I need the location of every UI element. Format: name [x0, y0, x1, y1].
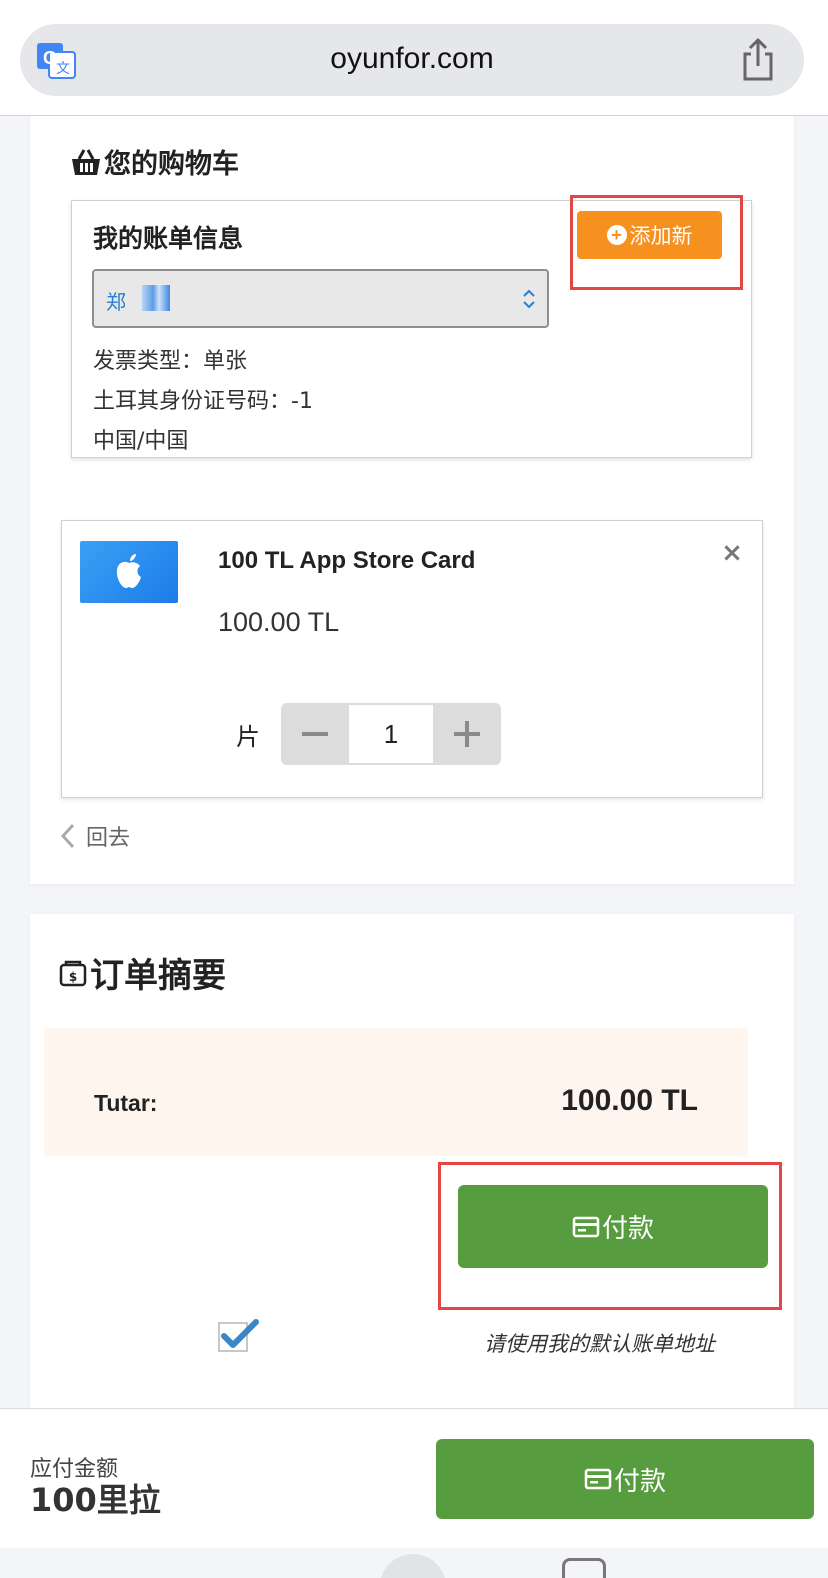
- plus-circle-icon: +: [606, 225, 627, 245]
- summary-heading: $ 订单摘要: [58, 948, 226, 997]
- remove-item-button[interactable]: ×: [720, 540, 744, 566]
- amount-due-value: 100里拉: [30, 1481, 161, 1519]
- bottom-pay-button[interactable]: 付款: [436, 1439, 814, 1519]
- quantity-label: 片: [236, 723, 260, 751]
- default-address-label[interactable]: 请使用我的默认账单地址: [484, 1328, 715, 1358]
- quantity-input[interactable]: 1: [349, 703, 433, 765]
- cart-item: 100 TL App Store Card 100.00 TL × 片 1: [61, 520, 763, 798]
- basket-icon: [72, 148, 100, 175]
- receipt-icon: $: [59, 960, 87, 986]
- total-row: Tutar: 100.00 TL: [44, 1028, 748, 1156]
- plus-icon: [454, 721, 480, 747]
- billing-select-value: 郑: [106, 290, 126, 314]
- pay-label: 付款: [601, 1213, 654, 1243]
- credit-card-icon: [572, 1216, 600, 1237]
- billing-info-box: 我的账单信息 + 添加新 郑 发票类型：单张 土耳其身份证号码：-1 中国/中国: [71, 195, 752, 458]
- url-text[interactable]: oyunfor.com: [20, 42, 804, 76]
- credit-card-icon: [584, 1468, 612, 1490]
- back-label: 回去: [86, 826, 131, 851]
- invoice-type: 发票类型：单张: [93, 349, 248, 374]
- quantity-decrease-button[interactable]: [281, 703, 349, 765]
- tabs-icon[interactable]: [562, 1558, 606, 1578]
- cart-card: 您的购物车 我的账单信息 + 添加新 郑 发票类型：单张 土耳其身份证号码：-1…: [30, 116, 794, 884]
- add-new-billing-button[interactable]: + 添加新: [577, 211, 722, 259]
- home-button[interactable]: [380, 1554, 446, 1578]
- chevron-left-icon: [60, 823, 75, 849]
- svg-text:$: $: [69, 970, 77, 984]
- browser-toolbar: G 文 oyunfor.com: [0, 0, 828, 116]
- quantity-increase-button[interactable]: [433, 703, 501, 765]
- summary-title: 订单摘要: [90, 956, 226, 996]
- total-label: Tutar:: [94, 1090, 158, 1116]
- tr-id-number: 土耳其身份证号码：-1: [93, 389, 313, 414]
- apple-logo-icon: [116, 554, 141, 588]
- billing-country: 中国/中国: [93, 429, 189, 454]
- product-price: 100.00 TL: [218, 607, 340, 637]
- cart-title: 您的购物车: [104, 149, 239, 180]
- back-link[interactable]: 回去: [58, 820, 130, 852]
- add-new-label: 添加新: [629, 225, 693, 248]
- bottom-pay-bar: 应付金额 100里拉 付款: [0, 1408, 828, 1548]
- product-image: [80, 541, 178, 603]
- billing-select[interactable]: 郑: [92, 269, 549, 328]
- bottom-pay-label: 付款: [613, 1465, 666, 1496]
- browser-bottom-toolbar: [0, 1548, 828, 1578]
- address-bar[interactable]: G 文 oyunfor.com: [20, 24, 804, 96]
- order-summary-card: $ 订单摘要 Tutar: 100.00 TL 付款 请使用我的默认账单地址: [30, 914, 794, 1414]
- product-name[interactable]: 100 TL App Store Card: [218, 547, 475, 575]
- checkmark-icon: [221, 1319, 259, 1348]
- share-icon[interactable]: [738, 38, 778, 82]
- billing-title: 我的账单信息: [93, 224, 244, 253]
- minus-icon: [302, 732, 328, 736]
- cart-heading: 您的购物车: [70, 142, 239, 181]
- default-address-checkbox[interactable]: [218, 1319, 259, 1352]
- pay-button[interactable]: 付款: [458, 1185, 768, 1268]
- total-value: 100.00 TL: [561, 1084, 698, 1117]
- select-arrows-icon: [523, 289, 535, 309]
- redacted-name: [142, 285, 170, 311]
